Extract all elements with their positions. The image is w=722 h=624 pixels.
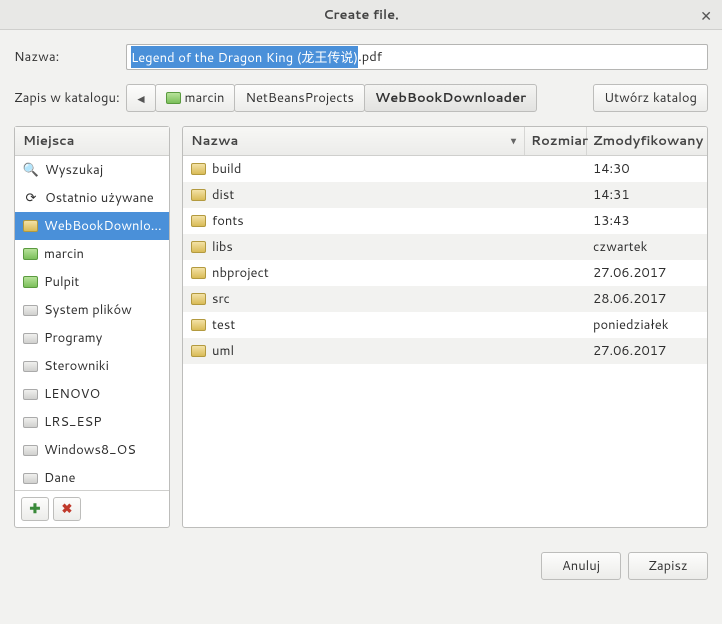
place-label: System plików [44, 301, 132, 319]
file-name: uml [212, 342, 234, 360]
drive-icon [23, 417, 38, 428]
folder-icon [191, 319, 206, 331]
search-icon: 🔍 [23, 162, 39, 178]
save-in-label: Zapis w katalogu: [14, 89, 126, 107]
breadcrumb-item-0[interactable]: marcin [155, 84, 236, 112]
place-item[interactable]: ⟳ Ostatnio używane [15, 184, 169, 212]
save-button[interactable]: Zapisz [628, 552, 708, 580]
close-icon[interactable]: ✕ [700, 6, 712, 26]
name-label: Nazwa: [14, 48, 126, 66]
folder-icon [191, 241, 206, 253]
folder-icon [191, 293, 206, 305]
x-icon: ✖ [62, 500, 73, 518]
file-name: libs [212, 238, 233, 256]
place-item[interactable]: LENOVO [15, 380, 169, 408]
remove-bookmark-button[interactable]: ✖ [53, 497, 81, 521]
column-modified[interactable]: Zmodyfikowany [587, 127, 707, 155]
file-list[interactable]: build 14:30 dist 14:31 fonts 13:43 libs czwarte… [183, 156, 707, 527]
file-modified: czwartek [587, 238, 707, 256]
file-modified: 14:30 [587, 160, 707, 178]
cancel-button[interactable]: Anuluj [541, 552, 621, 580]
place-item[interactable]: Windows8_OS [15, 436, 169, 464]
drive-icon [23, 361, 38, 372]
folder-icon [23, 276, 38, 288]
filename-input[interactable]: Legend of the Dragon King (龙王传说).pdf [126, 44, 708, 70]
place-item[interactable]: WebBookDownlo... [15, 212, 169, 240]
place-label: Ostatnio używane [45, 189, 154, 207]
drive-icon [23, 445, 38, 456]
place-item[interactable]: Programy [15, 324, 169, 352]
file-row[interactable]: src 28.06.2017 [183, 286, 707, 312]
file-row[interactable]: build 14:30 [183, 156, 707, 182]
file-row[interactable]: nbproject 27.06.2017 [183, 260, 707, 286]
place-label: LENOVO [44, 385, 100, 403]
file-name: build [212, 160, 241, 178]
drive-icon [23, 473, 38, 484]
column-size[interactable]: Rozmiar [525, 127, 587, 155]
create-folder-button[interactable]: Utwórz katalog [593, 84, 708, 112]
breadcrumb: ◄ marcin NetBeansProjects WebBookDownloa… [126, 84, 537, 112]
chevron-left-icon: ◄ [135, 90, 147, 107]
file-modified: poniedziałek [587, 316, 707, 334]
filename-selected: Legend of the Dragon King (龙王传说) [131, 46, 358, 68]
add-bookmark-button[interactable]: ✚ [21, 497, 49, 521]
recent-icon: ⟳ [23, 190, 39, 206]
file-modified: 14:31 [587, 186, 707, 204]
place-item[interactable]: Pulpit [15, 268, 169, 296]
folder-icon [191, 163, 206, 175]
file-row[interactable]: uml 27.06.2017 [183, 338, 707, 364]
place-item[interactable]: 🔍 Wyszukaj [15, 156, 169, 184]
place-item[interactable]: marcin [15, 240, 169, 268]
folder-icon [23, 248, 38, 260]
dialog-title: Create file. [323, 6, 399, 24]
file-name: fonts [212, 212, 244, 230]
place-label: LRS_ESP [44, 413, 102, 431]
file-name: test [212, 316, 235, 334]
places-list[interactable]: 🔍 Wyszukaj ⟳ Ostatnio używane WebBookDownlo.… [15, 156, 169, 490]
place-item[interactable]: LRS_ESP [15, 408, 169, 436]
file-modified: 28.06.2017 [587, 290, 707, 308]
folder-icon [191, 215, 206, 227]
breadcrumb-item-1[interactable]: NetBeansProjects [234, 84, 365, 112]
places-header: Miejsca [15, 127, 169, 156]
places-panel: Miejsca 🔍 Wyszukaj ⟳ Ostatnio używane WebBoo… [14, 126, 170, 528]
drive-icon [23, 333, 38, 344]
file-modified: 13:43 [587, 212, 707, 230]
place-item[interactable]: System plików [15, 296, 169, 324]
breadcrumb-item-2[interactable]: WebBookDownloader [364, 84, 537, 112]
place-label: Programy [44, 329, 102, 347]
file-panel: Nazwa▾ Rozmiar Zmodyfikowany build 14:30 d… [182, 126, 708, 528]
folder-icon [23, 220, 38, 232]
column-name[interactable]: Nazwa▾ [183, 127, 525, 155]
folder-icon [191, 345, 206, 357]
file-row[interactable]: fonts 13:43 [183, 208, 707, 234]
plus-icon: ✚ [30, 500, 41, 518]
place-label: Dane [44, 469, 75, 487]
place-label: Wyszukaj [45, 161, 103, 179]
file-row[interactable]: test poniedziałek [183, 312, 707, 338]
folder-icon [191, 189, 206, 201]
place-label: Pulpit [44, 273, 79, 291]
file-name: src [212, 290, 230, 308]
place-label: WebBookDownlo... [44, 217, 162, 235]
folder-icon [191, 267, 206, 279]
drive-icon [23, 305, 38, 316]
place-item[interactable]: Dane [15, 464, 169, 490]
breadcrumb-back-button[interactable]: ◄ [126, 84, 156, 112]
file-row[interactable]: dist 14:31 [183, 182, 707, 208]
place-label: marcin [44, 245, 84, 263]
drive-icon [23, 389, 38, 400]
place-label: Sterowniki [44, 357, 109, 375]
sort-asc-icon: ▾ [511, 134, 516, 148]
place-item[interactable]: Sterowniki [15, 352, 169, 380]
file-modified: 27.06.2017 [587, 264, 707, 282]
folder-icon [166, 92, 181, 104]
place-label: Windows8_OS [44, 441, 136, 459]
filename-suffix: .pdf [358, 48, 382, 66]
file-name: nbproject [212, 264, 269, 282]
file-row[interactable]: libs czwartek [183, 234, 707, 260]
file-modified: 27.06.2017 [587, 342, 707, 360]
file-name: dist [212, 186, 234, 204]
